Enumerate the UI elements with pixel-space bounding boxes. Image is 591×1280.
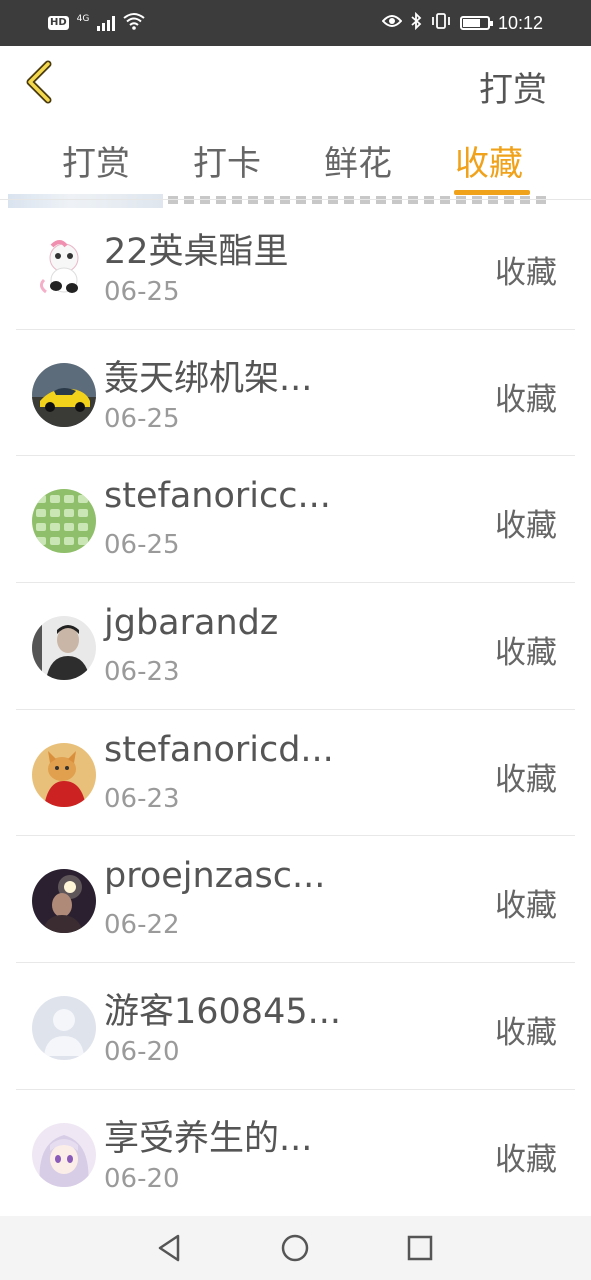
avatar[interactable] xyxy=(32,616,96,681)
bluetooth-icon xyxy=(410,11,422,35)
status-right: 10:12 xyxy=(381,11,543,35)
circle-home-icon xyxy=(281,1234,309,1262)
user-name[interactable]: stefanoricd... xyxy=(104,730,334,770)
avatar[interactable] xyxy=(32,742,96,807)
signal-icon xyxy=(97,15,116,31)
action-label: 收藏 xyxy=(495,1141,557,1178)
list-item[interactable]: proejnzasc... 06-22 收藏 xyxy=(0,836,591,964)
avatar[interactable] xyxy=(32,362,96,427)
square-recents-icon xyxy=(407,1235,433,1261)
clock: 10:12 xyxy=(497,12,543,33)
item-date: 06-20 xyxy=(104,1037,180,1068)
user-name[interactable]: 22英桌酯里 xyxy=(104,223,289,274)
tab-checkin[interactable]: 打卡 xyxy=(193,136,261,185)
avatar[interactable] xyxy=(32,996,96,1061)
triangle-back-icon xyxy=(158,1234,180,1262)
tabs-divider xyxy=(0,199,591,200)
tab-favorites[interactable]: 收藏 xyxy=(455,136,523,185)
list-item[interactable]: 轰天绑机架... 06-25 收藏 xyxy=(0,330,591,457)
action-label: 收藏 xyxy=(495,508,557,545)
system-nav-bar xyxy=(0,1216,591,1280)
battery-icon xyxy=(459,16,493,30)
item-date: 06-23 xyxy=(104,657,180,688)
network-type: 4G xyxy=(76,13,90,24)
list-item[interactable]: 享受养生的... 06-20 收藏 xyxy=(0,1090,591,1217)
action-label: 收藏 xyxy=(495,635,557,672)
nav-recents-button[interactable] xyxy=(402,1230,438,1266)
action-label: 收藏 xyxy=(495,381,557,418)
avatar[interactable] xyxy=(32,1122,96,1187)
item-date: 06-23 xyxy=(104,783,180,814)
hd-badge: HD xyxy=(48,16,69,30)
vibrate-icon xyxy=(430,12,452,35)
avatar[interactable] xyxy=(32,236,96,300)
nav-home-button[interactable] xyxy=(277,1230,313,1266)
action-label: 收藏 xyxy=(495,255,557,291)
user-name[interactable]: 享受养生的... xyxy=(104,1110,312,1161)
avatar[interactable] xyxy=(32,869,96,934)
status-bar: HD 4G 10:12 xyxy=(0,0,591,46)
item-date: 06-20 xyxy=(104,1163,180,1194)
tab-bar: 打赏 打卡 鲜花 收藏 xyxy=(0,124,591,200)
list-item[interactable]: stefanoricd... 06-23 收藏 xyxy=(0,710,591,837)
avatar[interactable] xyxy=(32,489,96,554)
item-date: 06-25 xyxy=(104,530,180,561)
tab-reward[interactable]: 打赏 xyxy=(62,136,130,185)
chevron-left-icon xyxy=(26,60,52,104)
list-item[interactable]: jgbarandz 06-23 收藏 xyxy=(0,583,591,710)
user-name[interactable]: 游客160845... xyxy=(104,983,341,1034)
list-item[interactable]: stefanoricc... 06-25 收藏 xyxy=(0,456,591,584)
page-title: 打赏 xyxy=(479,70,547,110)
back-button[interactable] xyxy=(20,60,60,104)
action-label: 收藏 xyxy=(495,761,557,798)
active-tab-indicator xyxy=(454,190,530,195)
user-name[interactable]: proejnzasc... xyxy=(104,856,325,896)
user-name[interactable]: stefanoricc... xyxy=(104,476,331,516)
item-date: 06-25 xyxy=(104,277,180,307)
status-left: HD 4G xyxy=(48,12,145,35)
header: 打赏 xyxy=(0,46,591,124)
list-item[interactable]: 游客160845... 06-20 收藏 xyxy=(0,963,591,1090)
item-date: 06-22 xyxy=(104,910,180,941)
user-name[interactable]: jgbarandz xyxy=(104,603,278,643)
list-item[interactable]: 22英桌酯里 06-25 收藏 xyxy=(0,203,591,330)
tab-flowers[interactable]: 鲜花 xyxy=(324,136,392,185)
action-label: 收藏 xyxy=(495,1015,557,1052)
nav-back-button[interactable] xyxy=(152,1230,188,1266)
favorites-list: 22英桌酯里 06-25 收藏 轰天绑机架... 06-25 收藏 stefan… xyxy=(0,203,591,1217)
wifi-icon xyxy=(123,12,145,35)
action-label: 收藏 xyxy=(495,888,557,925)
eye-icon xyxy=(381,13,403,33)
user-name[interactable]: 轰天绑机架... xyxy=(104,350,312,401)
item-date: 06-25 xyxy=(104,403,180,434)
